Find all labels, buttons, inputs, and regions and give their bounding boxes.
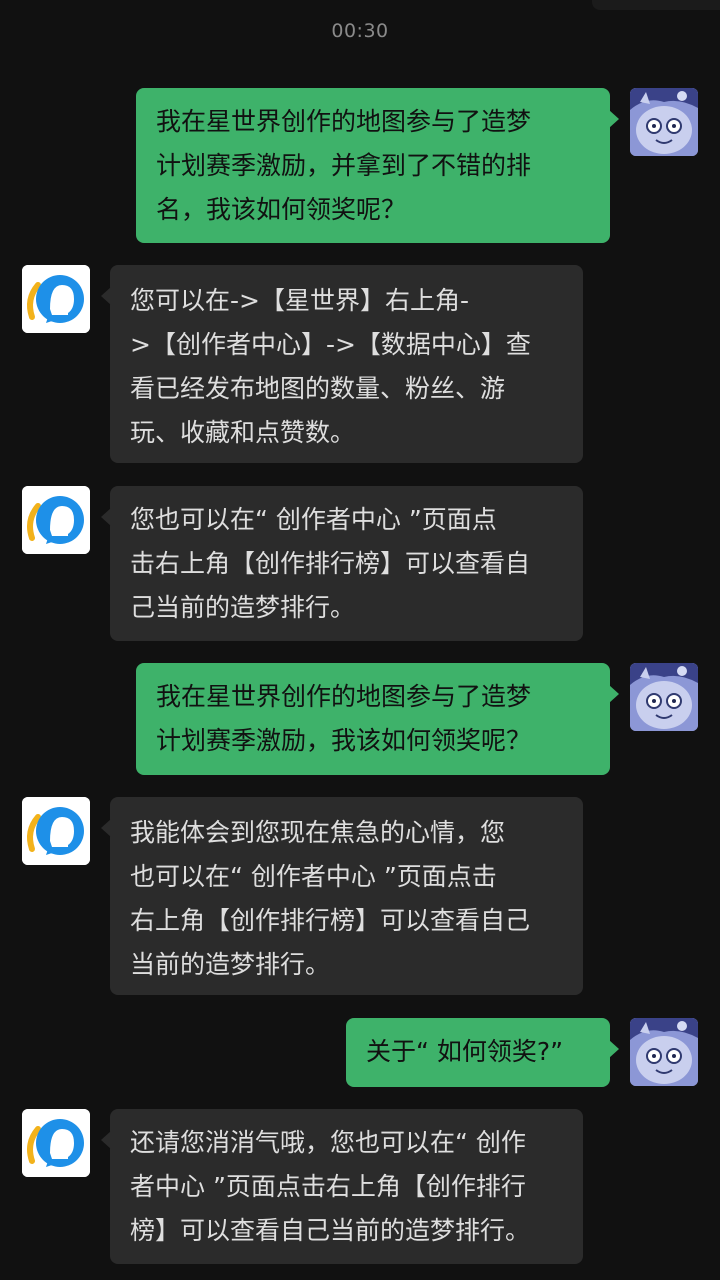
bot-message-bubble[interactable]: 我能体会到您现在焦急的心情，您 也可以在“ 创作者中心 ”页面点击 右上角【创作…	[101, 797, 583, 995]
assistant-avatar-icon[interactable]	[22, 486, 90, 554]
bot-message-bubble[interactable]: 您可以在->【星世界】右上角- >【创作者中心】->【数据中心】查 看已经发布地…	[101, 265, 583, 463]
bot-message-bubble[interactable]: 还请您消消气哦，您也可以在“ 创作 者中心 ”页面点击右上角【创作排行 榜】可以…	[101, 1109, 583, 1264]
message-timestamp: 00:30	[331, 20, 389, 42]
cat-avatar-icon[interactable]	[630, 663, 698, 731]
user-message-bubble[interactable]: 我在星世界创作的地图参与了造梦 计划赛季激励，我该如何领奖呢？	[136, 663, 619, 775]
user-message-bubble[interactable]: 我在星世界创作的地图参与了造梦 计划赛季激励，并拿到了不错的排 名，我该如何领奖…	[136, 88, 619, 243]
assistant-avatar-icon[interactable]	[22, 797, 90, 865]
assistant-avatar-icon[interactable]	[22, 1109, 90, 1177]
bot-message-bubble[interactable]: 您也可以在“ 创作者中心 ”页面点 击右上角【创作排行榜】可以查看自 己当前的造…	[101, 486, 583, 641]
cat-avatar-icon[interactable]	[630, 88, 698, 156]
top-edge-strip	[592, 0, 720, 10]
cat-avatar-icon[interactable]	[630, 1018, 698, 1086]
user-message-bubble[interactable]: 关于“ 如何领奖?”	[346, 1018, 619, 1087]
assistant-avatar-icon[interactable]	[22, 265, 90, 333]
